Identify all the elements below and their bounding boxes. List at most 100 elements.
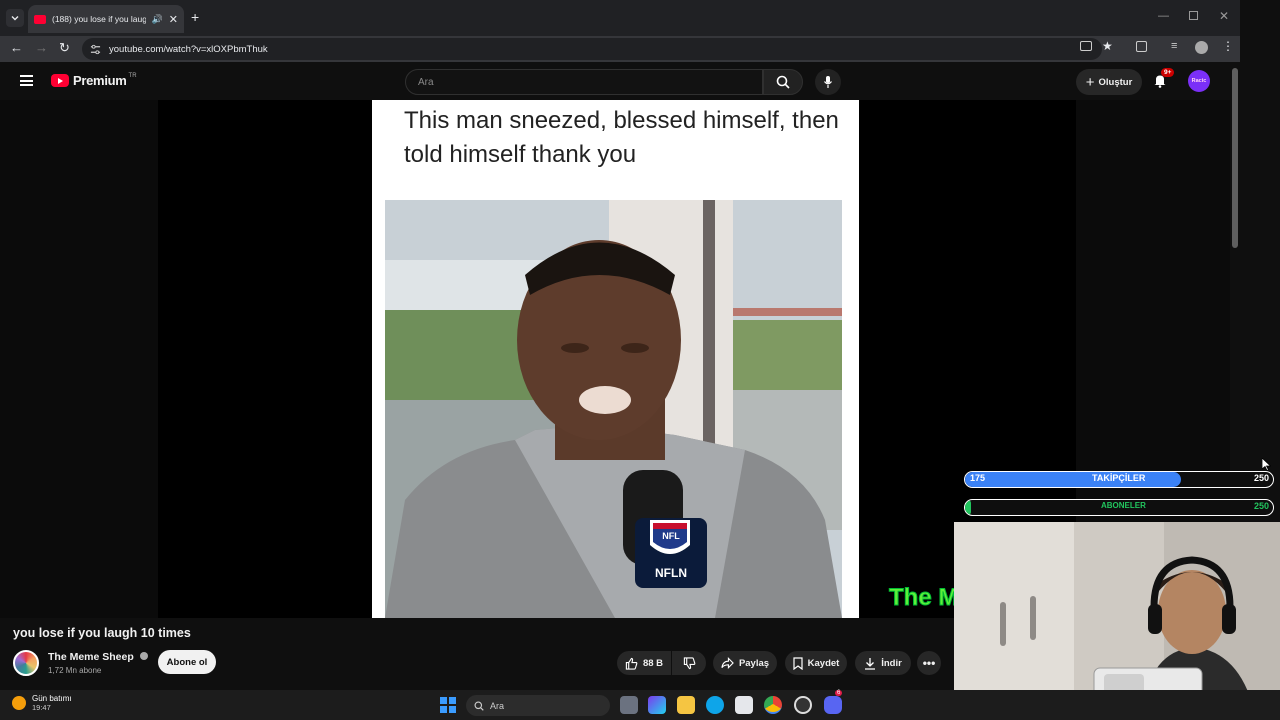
minimize-button[interactable]: —	[1158, 10, 1169, 22]
task-view-icon[interactable]	[620, 696, 638, 714]
save-label: Kaydet	[807, 657, 840, 669]
subscribers-label: ABONELER	[1101, 501, 1146, 510]
logo-region: TR	[128, 72, 137, 79]
cast-icon[interactable]	[1080, 41, 1092, 51]
taskbar-search[interactable]: Ara	[466, 695, 610, 716]
address-bar[interactable]: youtube.com/watch?v=xlOXPbmThuk	[82, 38, 1102, 60]
tab-list-button[interactable]	[6, 9, 24, 27]
tab-title: (188) you lose if you laugh	[52, 14, 146, 24]
logo-text: Premium	[73, 73, 127, 88]
download-button[interactable]: İndir	[855, 651, 911, 675]
speaker-icon[interactable]: 🔊	[152, 14, 163, 25]
youtube-play-icon	[51, 74, 69, 87]
plus-icon: +	[1085, 73, 1095, 91]
hamburger-menu-icon[interactable]	[20, 75, 33, 86]
taskbar-search-label: Ara	[490, 700, 505, 711]
video-caption: This man sneezed, blessed himself, then …	[404, 107, 839, 168]
thumbs-up-icon	[625, 657, 638, 670]
new-tab-button[interactable]: +	[191, 9, 199, 25]
mouse-cursor	[1262, 458, 1271, 471]
mic-flag-logo: NFLN	[655, 566, 687, 580]
followers-goal-bar: 175 TAKİPÇİLER 250	[964, 471, 1274, 488]
sunset-icon	[12, 696, 26, 710]
account-avatar[interactable]: Racic	[1188, 70, 1210, 92]
chrome-icon[interactable]	[764, 696, 782, 714]
verified-icon	[139, 652, 148, 660]
youtube-favicon-icon	[34, 14, 46, 24]
voice-search-button[interactable]	[815, 69, 841, 95]
save-button[interactable]: Kaydet	[785, 651, 847, 675]
channel-name-link[interactable]: The Meme Sheep	[48, 651, 148, 663]
media-control-icon[interactable]: ≡	[1171, 40, 1177, 52]
download-label: İndir	[881, 657, 902, 669]
create-button[interactable]: + Oluştur	[1076, 69, 1142, 95]
video-frame[interactable]: This man sneezed, blessed himself, then …	[372, 100, 859, 618]
file-explorer-icon[interactable]	[677, 696, 695, 714]
search-input[interactable]: Ara	[405, 69, 763, 95]
profile-icon[interactable]	[1195, 41, 1208, 54]
avatar-label: Racic	[1191, 78, 1207, 84]
followers-goal: 250	[1253, 473, 1269, 483]
dislike-button[interactable]	[672, 651, 706, 675]
search-button[interactable]	[763, 69, 803, 95]
extensions-icon[interactable]	[1136, 41, 1147, 52]
subscribers-goal: 250	[1253, 501, 1269, 511]
video-title: you lose if you laugh 10 times	[13, 626, 191, 640]
like-button[interactable]: 88 B	[617, 651, 671, 675]
video-scene: NFL NFLN	[385, 200, 842, 618]
webcam-overlay	[954, 522, 1280, 710]
followers-goal-fill	[965, 472, 1181, 487]
subscribers-goal-fill	[965, 500, 972, 515]
back-button[interactable]: ←	[10, 40, 23, 55]
close-tab-icon[interactable]: ✕	[169, 13, 178, 26]
notifications-button[interactable]: 9+	[1153, 68, 1175, 88]
edge-icon[interactable]	[706, 696, 724, 714]
subscribers-goal-bar: ABONELER 250	[964, 499, 1274, 516]
bookmark-star-icon[interactable]: ★	[1102, 39, 1113, 53]
youtube-header: Premium TR Ara + Oluştur 9+ Racic	[0, 62, 1230, 100]
followers-label: TAKİPÇİLER	[1092, 473, 1146, 483]
store-icon[interactable]	[735, 696, 753, 714]
weather-time: 19:47	[32, 703, 51, 712]
close-window-button[interactable]: ✕	[1219, 9, 1229, 23]
maximize-button[interactable]	[1189, 11, 1198, 20]
create-label: Oluştur	[1098, 76, 1133, 88]
weather-widget[interactable]: Gün batımı 19:47	[12, 694, 72, 712]
share-button[interactable]: Paylaş	[713, 651, 777, 675]
windows-taskbar: Gün batımı 19:47 Ara 6	[0, 690, 1280, 720]
download-icon	[865, 657, 876, 670]
browser-toolbar: ← → ↻ youtube.com/watch?v=xlOXPbmThuk ★ …	[0, 36, 1240, 62]
discord-icon[interactable]: 6	[824, 690, 843, 714]
youtube-logo[interactable]: Premium TR	[51, 73, 137, 88]
reload-button[interactable]: ↻	[59, 40, 70, 56]
browser-tab[interactable]: (188) you lose if you laugh 🔊 ✕	[28, 5, 184, 33]
followers-current: 175	[970, 473, 986, 483]
channel-subscriber-count: 1,72 Mn abone	[48, 666, 102, 675]
like-count: 88 B	[642, 657, 664, 669]
notifications-badge: 9+	[1161, 68, 1175, 77]
forward-button[interactable]: →	[35, 40, 48, 55]
bookmark-icon	[793, 656, 803, 670]
copilot-icon[interactable]	[648, 696, 666, 714]
obs-icon[interactable]	[794, 696, 812, 714]
browser-tab-bar: (188) you lose if you laugh 🔊 ✕ + — ✕	[0, 0, 1240, 36]
page-scrollbar[interactable]	[1232, 68, 1238, 248]
share-icon	[721, 657, 734, 669]
site-settings-icon	[90, 44, 101, 54]
more-horizontal-icon: •••	[922, 656, 936, 670]
start-button[interactable]	[440, 697, 456, 713]
microphone-icon	[824, 76, 832, 88]
discord-badge: 6	[835, 690, 843, 696]
chevron-down-icon	[11, 16, 19, 21]
svg-text:NFL: NFL	[662, 531, 680, 541]
search-icon	[474, 701, 484, 711]
weather-label: Gün batımı	[32, 694, 72, 703]
search-icon	[776, 75, 790, 89]
more-actions-button[interactable]: •••	[917, 651, 941, 675]
subscribe-button[interactable]: Abone ol	[158, 650, 216, 674]
thumbs-down-icon	[683, 656, 695, 669]
browser-menu-icon[interactable]: ⋮	[1222, 39, 1234, 53]
overlay-green-text: The M	[888, 584, 959, 612]
url-text: youtube.com/watch?v=xlOXPbmThuk	[109, 43, 268, 55]
channel-avatar[interactable]	[13, 650, 39, 676]
